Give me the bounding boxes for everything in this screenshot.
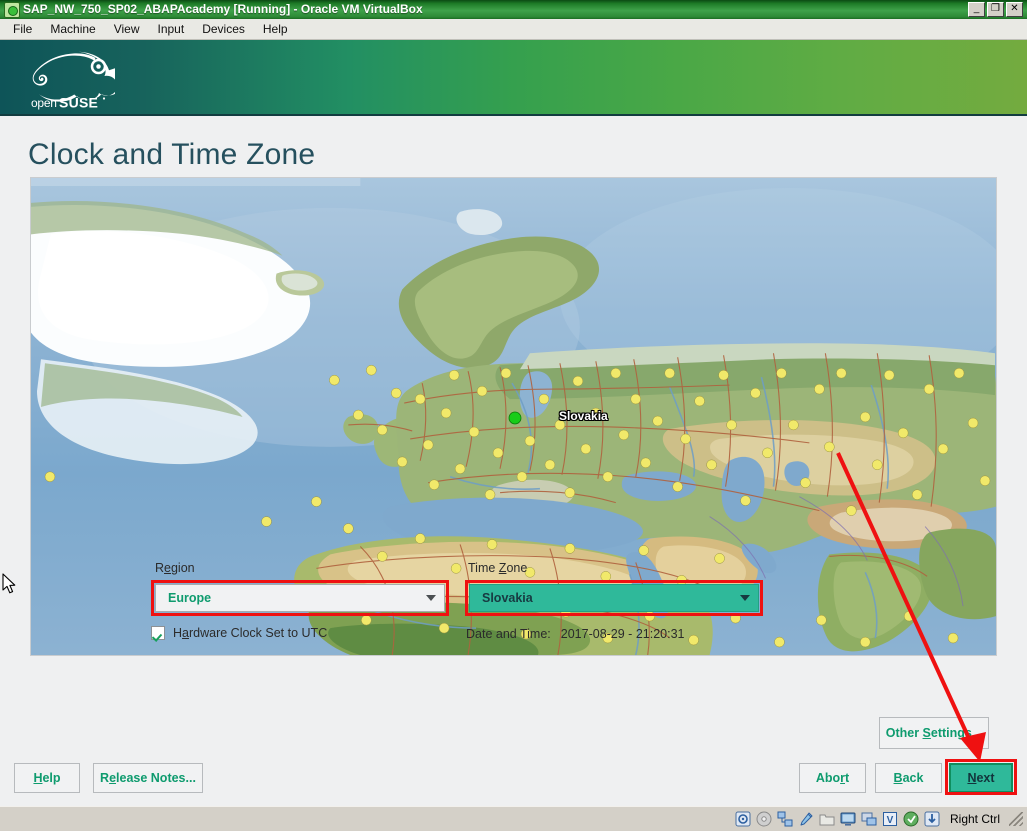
close-button[interactable]: ✕ (1006, 2, 1023, 17)
svg-text:V: V (887, 815, 894, 826)
menu-view[interactable]: View (105, 20, 149, 39)
region-label: Region (155, 561, 195, 575)
optical-disk-icon[interactable] (756, 811, 772, 827)
menu-input[interactable]: Input (149, 20, 194, 39)
date-and-time-row: Date and Time: 2017-08-29 - 21:20:31 (466, 627, 684, 641)
vm-statusbar: V Right Ctrl (0, 806, 1027, 831)
region-value: Europe (168, 591, 212, 605)
timezone-value: Slovakia (482, 591, 533, 605)
abort-label: Abort (816, 771, 849, 785)
window-controls: _ ❐ ✕ (968, 2, 1025, 17)
chevron-down-icon (740, 595, 750, 601)
rn-part1: R (100, 771, 110, 785)
chevron-down-icon (426, 595, 436, 601)
shared-folder-icon[interactable] (819, 811, 835, 827)
minimize-button[interactable]: _ (968, 2, 985, 17)
abort-button[interactable]: Abort (799, 763, 866, 793)
maximize-button[interactable]: ❐ (987, 2, 1004, 17)
menu-file[interactable]: File (4, 20, 41, 39)
host-key-label: Right Ctrl (949, 812, 1000, 826)
page-title: Clock and Time Zone (28, 138, 316, 171)
hw-label-mnemonic: a (182, 626, 189, 640)
hardware-clock-utc-checkbox-row[interactable]: Hardware Clock Set to UTC (151, 626, 327, 640)
opensuse-chameleon-logo: open SUSE (31, 51, 115, 111)
vm-menubar: File Machine View Input Devices Help (0, 19, 1027, 40)
maximize-icon: ❐ (991, 3, 1000, 14)
bk-part2: ack (902, 771, 924, 785)
menu-devices[interactable]: Devices (193, 20, 254, 39)
hw-label-part2: rdware Clock Set to UTC (188, 626, 328, 640)
ab-part1: Abo (815, 771, 841, 785)
date-and-time-value: 2017-08-29 - 21:20:31 (560, 627, 685, 641)
region-label-part2: gion (170, 561, 195, 575)
mouse-integration-icon[interactable] (903, 811, 919, 827)
mouse-cursor (2, 573, 16, 594)
virtualbox-vm-icon (4, 1, 20, 18)
hardware-clock-label: Hardware Clock Set to UTC (173, 626, 327, 640)
timezone-combobox[interactable]: Slovakia (469, 584, 759, 612)
minimize-icon: _ (973, 3, 980, 14)
svg-text:SUSE: SUSE (59, 95, 98, 111)
network-icon[interactable] (777, 811, 793, 827)
other-settings-label: Other Settings... (886, 726, 983, 740)
timezone-label-part2: one (506, 561, 528, 575)
vm-titlebar: SAP_NW_750_SP02_ABAPAcademy [Running] - … (0, 0, 1027, 19)
rn-mnemonic: e (109, 771, 117, 785)
next-label: Next (967, 771, 994, 785)
timezone-label-part1: Time (468, 561, 499, 575)
timezone-label: Time Zone (468, 561, 527, 575)
menu-machine[interactable]: Machine (41, 20, 104, 39)
resize-grip[interactable] (1009, 812, 1023, 826)
date-and-time-label: Date and Time: (466, 627, 551, 641)
virtualbox-window: SAP_NW_750_SP02_ABAPAcademy [Running] - … (0, 0, 1027, 831)
rn-part2: lease Notes... (116, 771, 196, 785)
display-icon[interactable] (840, 811, 856, 827)
region-label-part1: R (155, 561, 165, 575)
help-part2: elp (42, 771, 61, 785)
menu-help[interactable]: Help (254, 20, 297, 39)
hw-label-part1: H (173, 626, 183, 640)
bk-mnemonic: B (893, 771, 903, 785)
help-label: Help (33, 771, 60, 785)
hard-disk-icon[interactable] (735, 811, 751, 827)
other-settings-button[interactable]: Other Settings... (879, 717, 989, 749)
back-label: Back (894, 771, 924, 785)
ab-part2: t (845, 771, 850, 785)
virtualization-icon[interactable]: V (882, 811, 898, 827)
remote-desktop-icon[interactable] (861, 811, 877, 827)
host-key-icon[interactable] (924, 811, 940, 827)
os-part1: Other (885, 726, 923, 740)
os-part2: ettings... (930, 726, 983, 740)
vm-title-text: SAP_NW_750_SP02_ABAPAcademy [Running] - … (23, 2, 423, 16)
region-label-mnemonic: e (164, 561, 171, 575)
release-notes-label: Release Notes... (100, 771, 196, 785)
guest-screen: open SUSE Clock and Time Zone Slovakia R… (0, 40, 1027, 806)
os-mnemonic: S (922, 726, 931, 740)
back-button[interactable]: Back (875, 763, 942, 793)
next-button[interactable]: Next (949, 763, 1013, 793)
help-button[interactable]: Help (14, 763, 80, 793)
release-notes-button[interactable]: Release Notes... (93, 763, 203, 793)
opensuse-banner: open SUSE (0, 40, 1027, 116)
region-combobox[interactable]: Europe (155, 584, 445, 612)
hardware-clock-checkbox[interactable] (151, 626, 165, 640)
svg-text:open: open (31, 96, 57, 110)
usb-icon[interactable] (798, 811, 814, 827)
close-icon: ✕ (1010, 3, 1019, 14)
nx-part2: ext (976, 771, 995, 785)
